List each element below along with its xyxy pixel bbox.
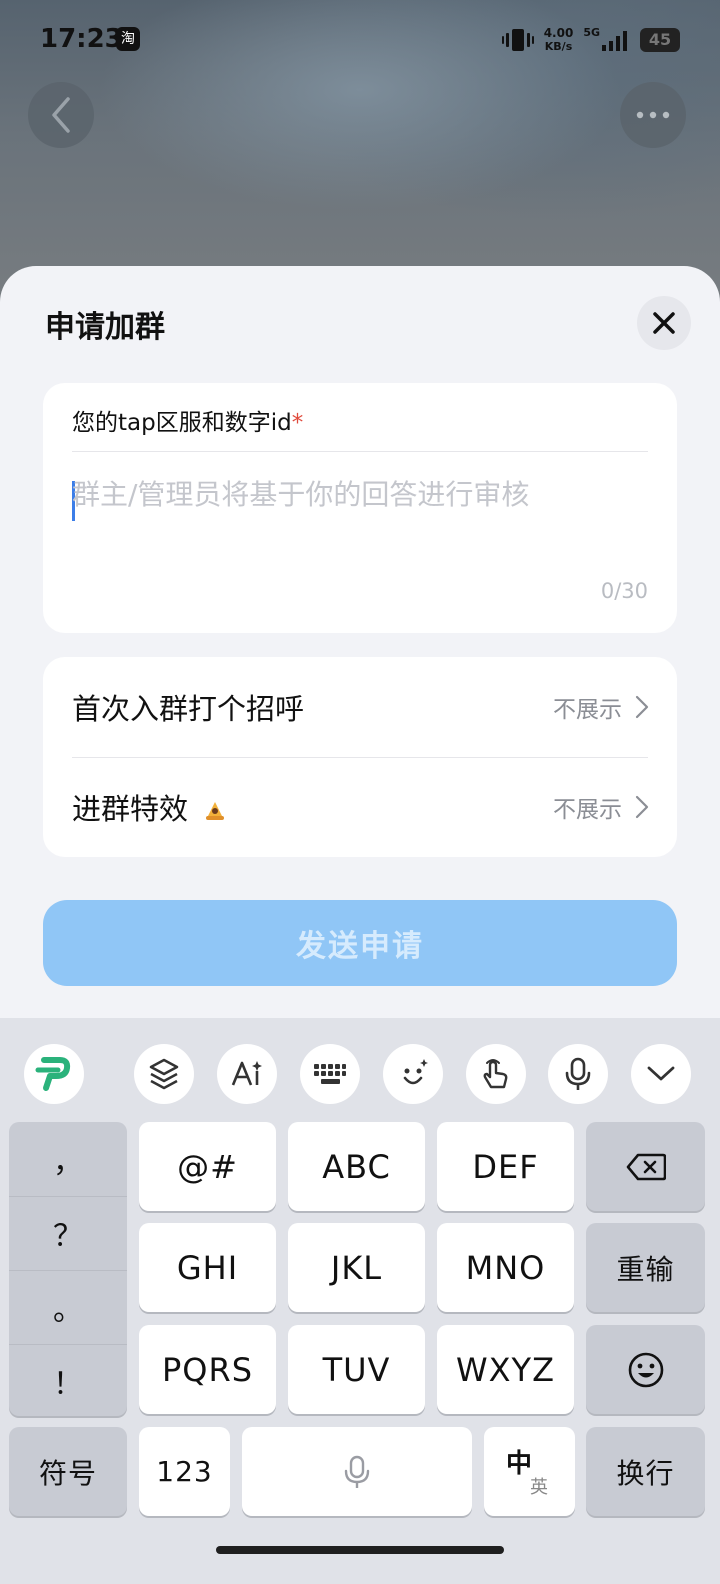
- emoji-key[interactable]: [586, 1325, 705, 1414]
- close-button[interactable]: [637, 296, 691, 350]
- keyboard-layout-button[interactable]: [300, 1044, 360, 1104]
- home-indicator[interactable]: [216, 1546, 504, 1554]
- join-group-sheet: 申请加群 您的tap区服和数字id* 0/30 首次入群打个招呼 不展示 进群特…: [0, 266, 720, 1026]
- switch-icon: [149, 1058, 179, 1090]
- entry-effect-option-value: 不展示: [553, 797, 622, 823]
- reenter-key[interactable]: 重输: [586, 1223, 705, 1312]
- key-tuv[interactable]: TUV: [288, 1325, 425, 1414]
- microphone-icon: [565, 1057, 591, 1090]
- key-def[interactable]: DEF: [437, 1122, 574, 1211]
- ai-button[interactable]: [217, 1044, 277, 1104]
- ai-icon: [231, 1061, 262, 1086]
- entry-effect-option-row[interactable]: 进群特效 不展示: [43, 757, 677, 857]
- lang-cn-label: 中: [506, 1449, 534, 1479]
- switch-button[interactable]: [134, 1044, 194, 1104]
- backspace-icon: [626, 1153, 666, 1180]
- lang-en-label: 英: [530, 1477, 549, 1498]
- gesture-icon: [483, 1059, 508, 1089]
- numbers-key[interactable]: 123: [139, 1427, 230, 1516]
- back-button[interactable]: [28, 82, 94, 148]
- greeting-option-row[interactable]: 首次入群打个招呼 不展示: [43, 657, 677, 757]
- symbols-key[interactable]: 符号: [9, 1427, 127, 1516]
- battery-icon: 45: [640, 28, 680, 52]
- hide-keyboard-button[interactable]: [631, 1044, 691, 1104]
- more-dots-icon: [636, 111, 670, 119]
- key-ghi[interactable]: GHI: [139, 1223, 276, 1312]
- required-mark: *: [291, 410, 304, 436]
- answer-input[interactable]: [72, 473, 648, 583]
- char-counter: 0/30: [600, 579, 648, 603]
- language-switch-key[interactable]: 中 英: [484, 1427, 575, 1516]
- close-icon: [653, 312, 675, 334]
- punct-key-period[interactable]: 。: [9, 1270, 127, 1344]
- entry-effect-option-label: 进群特效: [72, 786, 227, 828]
- greeting-option-value: 不展示: [553, 697, 622, 723]
- chevron-down-icon: [647, 1066, 675, 1081]
- ime-keyboard: ， ？ 。 ！ @# ABC DEF GHI JKL MNO 重输 PQRS T…: [0, 1018, 720, 1584]
- key-abc[interactable]: ABC: [288, 1122, 425, 1211]
- ime-logo-button[interactable]: [24, 1044, 84, 1104]
- question-label: 您的tap区服和数字id*: [72, 410, 304, 436]
- punct-key-comma[interactable]: ，: [9, 1122, 127, 1196]
- punct-key-question[interactable]: ？: [9, 1196, 127, 1270]
- more-button[interactable]: [620, 82, 686, 148]
- vibrate-icon: [501, 29, 534, 51]
- voice-input-button[interactable]: [548, 1044, 608, 1104]
- chevron-right-icon: [635, 695, 649, 719]
- signal-icon: 5G: [583, 27, 630, 51]
- punctuation-list[interactable]: ， ？ 。 ！: [9, 1122, 127, 1416]
- taobao-notification-icon: 淘: [116, 27, 140, 51]
- question-card: 您的tap区服和数字id* 0/30: [43, 383, 677, 633]
- divider: [72, 451, 648, 452]
- sheet-title: 申请加群: [45, 310, 165, 345]
- status-indicators: 4.00 KB/s 5G 45: [501, 26, 680, 54]
- key-symbols-at[interactable]: @#: [139, 1122, 276, 1211]
- status-time: 17:23: [40, 24, 123, 54]
- keyboard-icon: [314, 1064, 346, 1084]
- greeting-option-label: 首次入群打个招呼: [72, 692, 305, 726]
- gesture-button[interactable]: [466, 1044, 526, 1104]
- microphone-icon: [344, 1455, 370, 1488]
- status-bar: 17:23 淘 4.00 KB/s 5G 45: [0, 0, 720, 80]
- chevron-left-icon: [52, 97, 70, 133]
- sparkle-hat-icon: [206, 802, 225, 820]
- backspace-key[interactable]: [586, 1122, 705, 1211]
- key-jkl[interactable]: JKL: [288, 1223, 425, 1312]
- chevron-right-icon: [635, 795, 649, 819]
- punct-key-exclamation[interactable]: ！: [9, 1344, 127, 1418]
- send-request-button[interactable]: 发送申请: [43, 900, 677, 986]
- app-logo-icon: [35, 1057, 71, 1091]
- smiley-icon: [628, 1352, 663, 1387]
- network-speed: 4.00 KB/s: [543, 26, 574, 54]
- emoji-button[interactable]: [383, 1044, 443, 1104]
- emoji-face-icon: [403, 1059, 428, 1085]
- key-wxyz[interactable]: WXYZ: [437, 1325, 574, 1414]
- space-key[interactable]: [242, 1427, 472, 1516]
- options-card: 首次入群打个招呼 不展示 进群特效 不展示: [43, 657, 677, 857]
- newline-key[interactable]: 换行: [586, 1427, 705, 1516]
- key-pqrs[interactable]: PQRS: [139, 1325, 276, 1414]
- key-mno[interactable]: MNO: [437, 1223, 574, 1312]
